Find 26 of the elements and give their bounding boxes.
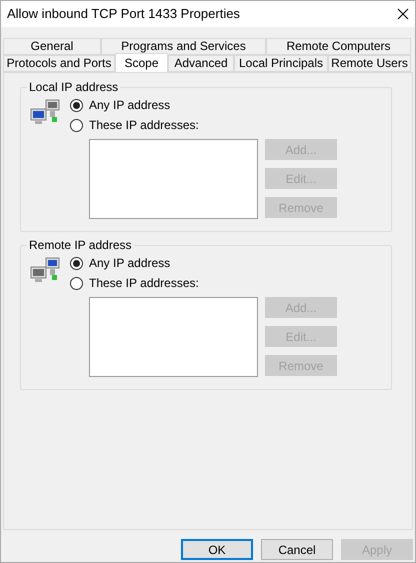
radio-button[interactable] [70, 98, 83, 112]
tab[interactable]: Local Principals [234, 55, 328, 72]
dialog-button[interactable]: Cancel [261, 539, 333, 560]
dialog-button[interactable]: OK [181, 539, 253, 560]
ip-address-list[interactable] [89, 139, 258, 219]
radio-option[interactable]: These IP addresses: [70, 115, 199, 135]
group-title: Remote IP address [27, 238, 134, 252]
radio-option[interactable]: Any IP address [70, 95, 170, 115]
network-computers-icon [30, 99, 60, 125]
close-icon[interactable] [397, 8, 409, 20]
tab[interactable]: Scope [115, 53, 168, 72]
ip-address-list[interactable] [89, 297, 258, 377]
tab[interactable]: Remote Computers [266, 38, 411, 55]
network-computers-icon [30, 257, 60, 283]
tab[interactable]: Advanced [168, 55, 234, 72]
tab[interactable]: Remote Users [328, 55, 411, 72]
group-title: Local IP address [27, 80, 120, 94]
radio-button[interactable] [70, 276, 83, 290]
radio-button[interactable] [70, 118, 83, 132]
tab[interactable]: Programs and Services [101, 38, 266, 55]
radio-button[interactable] [70, 256, 83, 270]
window-title: Allow inbound TCP Port 1433 Properties [7, 5, 240, 24]
tab[interactable]: Protocols and Ports [3, 55, 115, 72]
radio-option[interactable]: Any IP address [70, 253, 170, 273]
tab[interactable]: General [3, 38, 101, 55]
radio-option[interactable]: These IP addresses: [70, 273, 199, 293]
